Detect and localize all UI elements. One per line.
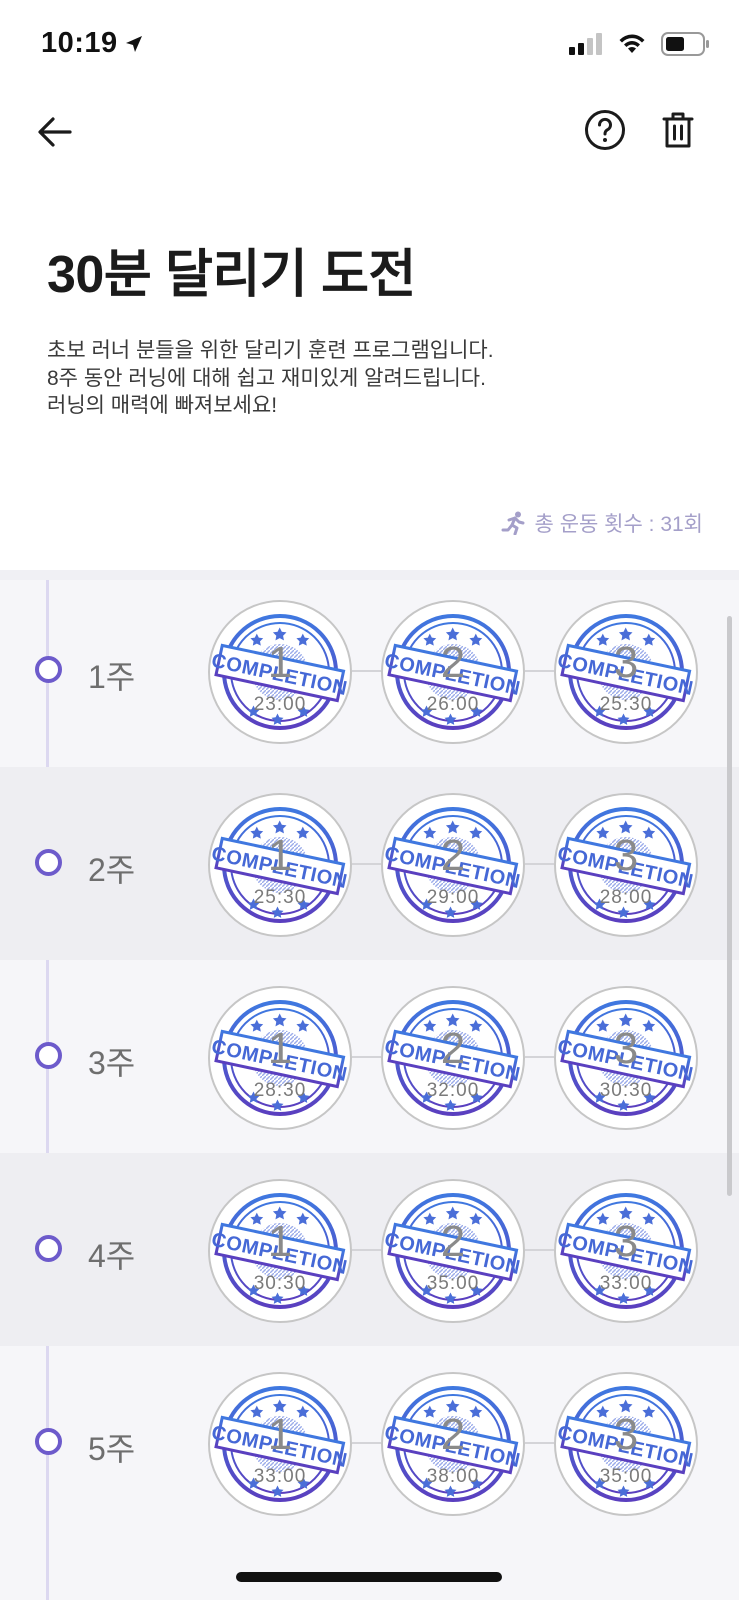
session-duration: 25:30 [599,694,653,715]
session-connector [525,863,554,865]
week-timeline-dot [35,1235,62,1262]
session-connector [525,670,554,672]
session-connector [352,1249,381,1251]
session-badge[interactable]: COMPLETION 3 30:30 [554,986,698,1130]
session-badge[interactable]: COMPLETION 1 25:30 [208,793,352,937]
session-duration: 32:00 [426,1080,480,1101]
arrow-left-icon [38,117,72,147]
session-badge[interactable]: COMPLETION 3 33:00 [554,1179,698,1323]
session-duration: 30:30 [599,1080,653,1101]
session-number: 1 [267,638,293,687]
session-badge[interactable]: COMPLETION 1 30:30 [208,1179,352,1323]
session-number: 1 [267,1024,293,1073]
session-duration: 28:00 [599,887,653,908]
session-badge[interactable]: COMPLETION 3 25:30 [554,600,698,744]
week-label: 2주 [88,852,136,888]
top-nav [0,95,739,167]
session-connector [525,1056,554,1058]
session-connector [352,670,381,672]
week-row: 1주 COMPLETION 1 23:00 COMPLETION 2 26:00 COMPLE… [0,574,739,767]
home-indicator[interactable] [236,1572,502,1582]
session-number: 1 [267,831,293,880]
running-icon [501,511,525,535]
week-row: 3주 COMPLETION 1 28:30 COMPLETION 2 32:00 COMPLE… [0,960,739,1153]
session-badge[interactable]: COMPLETION 1 33:00 [208,1372,352,1516]
week-timeline-dot [35,1428,62,1455]
session-badge[interactable]: COMPLETION 3 35:00 [554,1372,698,1516]
session-badge[interactable]: COMPLETION 2 26:00 [381,600,525,744]
total-count-text: 총 운동 횟수 : 31회 [534,513,703,536]
session-connector [525,1249,554,1251]
session-badge[interactable]: COMPLETION 1 28:30 [208,986,352,1130]
location-arrow-icon [125,35,142,52]
battery-icon [661,32,709,56]
week-label: 1주 [88,659,136,695]
page-title: 30분 달리기 도전 [47,246,416,304]
session-badge[interactable]: COMPLETION 2 38:00 [381,1372,525,1516]
session-duration: 35:00 [599,1466,653,1487]
session-duration: 26:00 [426,694,480,715]
cellular-signal-icon [569,33,602,55]
session-duration: 33:00 [599,1273,653,1294]
status-time: 10:19 [41,27,118,59]
session-number: 3 [613,831,639,880]
session-connector [352,863,381,865]
session-number: 2 [440,638,466,687]
back-button[interactable] [30,107,80,157]
description-line: 초보 러너 분들을 위한 달리기 훈련 프로그램입니다. [47,339,494,362]
session-number: 2 [440,1024,466,1073]
session-number: 1 [267,1217,293,1266]
session-number: 2 [440,1410,466,1459]
help-button[interactable] [580,105,630,155]
session-number: 3 [613,638,639,687]
session-duration: 35:00 [426,1273,480,1294]
session-duration: 29:00 [426,887,480,908]
session-number: 2 [440,1217,466,1266]
total-workout-count: 총 운동 횟수 : 31회 [501,508,703,538]
session-number: 3 [613,1217,639,1266]
session-number: 2 [440,831,466,880]
session-duration: 38:00 [426,1466,480,1487]
session-connector [352,1442,381,1444]
week-timeline-dot [35,849,62,876]
session-duration: 25:30 [253,887,307,908]
week-row: 5주 COMPLETION 1 33:00 COMPLETION 2 38:00 COMPLE… [0,1346,739,1539]
session-connector [525,1442,554,1444]
session-badge[interactable]: COMPLETION 2 32:00 [381,986,525,1130]
question-circle-icon [585,110,625,150]
scrollbar[interactable] [727,616,732,1196]
description-line: 러닝의 매력에 빠져보세요! [47,394,278,417]
session-number: 3 [613,1024,639,1073]
session-badge[interactable]: COMPLETION 1 23:00 [208,600,352,744]
session-duration: 33:00 [253,1466,307,1487]
session-badge[interactable]: COMPLETION 2 35:00 [381,1179,525,1323]
session-badge[interactable]: COMPLETION 3 28:00 [554,793,698,937]
session-duration: 30:30 [253,1273,307,1294]
program-description: 초보 러너 분들을 위한 달리기 훈련 프로그램입니다. 8주 동안 러닝에 대… [47,337,494,420]
week-timeline-dot [35,1042,62,1069]
session-number: 3 [613,1410,639,1459]
week-timeline-dot [35,656,62,683]
wifi-icon [619,34,645,53]
session-duration: 23:00 [253,694,307,715]
trash-icon [662,112,694,148]
delete-button[interactable] [654,105,702,155]
week-row: 2주 COMPLETION 1 25:30 COMPLETION 2 29:00 COMPLE… [0,767,739,960]
week-label: 3주 [88,1045,136,1081]
session-duration: 28:30 [253,1080,307,1101]
week-label: 4주 [88,1238,136,1274]
week-label: 5주 [88,1431,136,1467]
status-bar: 10:19 [0,0,739,92]
session-badge[interactable]: COMPLETION 2 29:00 [381,793,525,937]
session-number: 1 [267,1410,293,1459]
description-line: 8주 동안 러닝에 대해 쉽고 재미있게 알려드립니다. [47,366,486,390]
session-connector [352,1056,381,1058]
week-list: 1주 COMPLETION 1 23:00 COMPLETION 2 26:00 COMPLE… [0,570,739,1600]
week-row: 4주 COMPLETION 1 30:30 COMPLETION 2 35:00 COMPLE… [0,1153,739,1346]
